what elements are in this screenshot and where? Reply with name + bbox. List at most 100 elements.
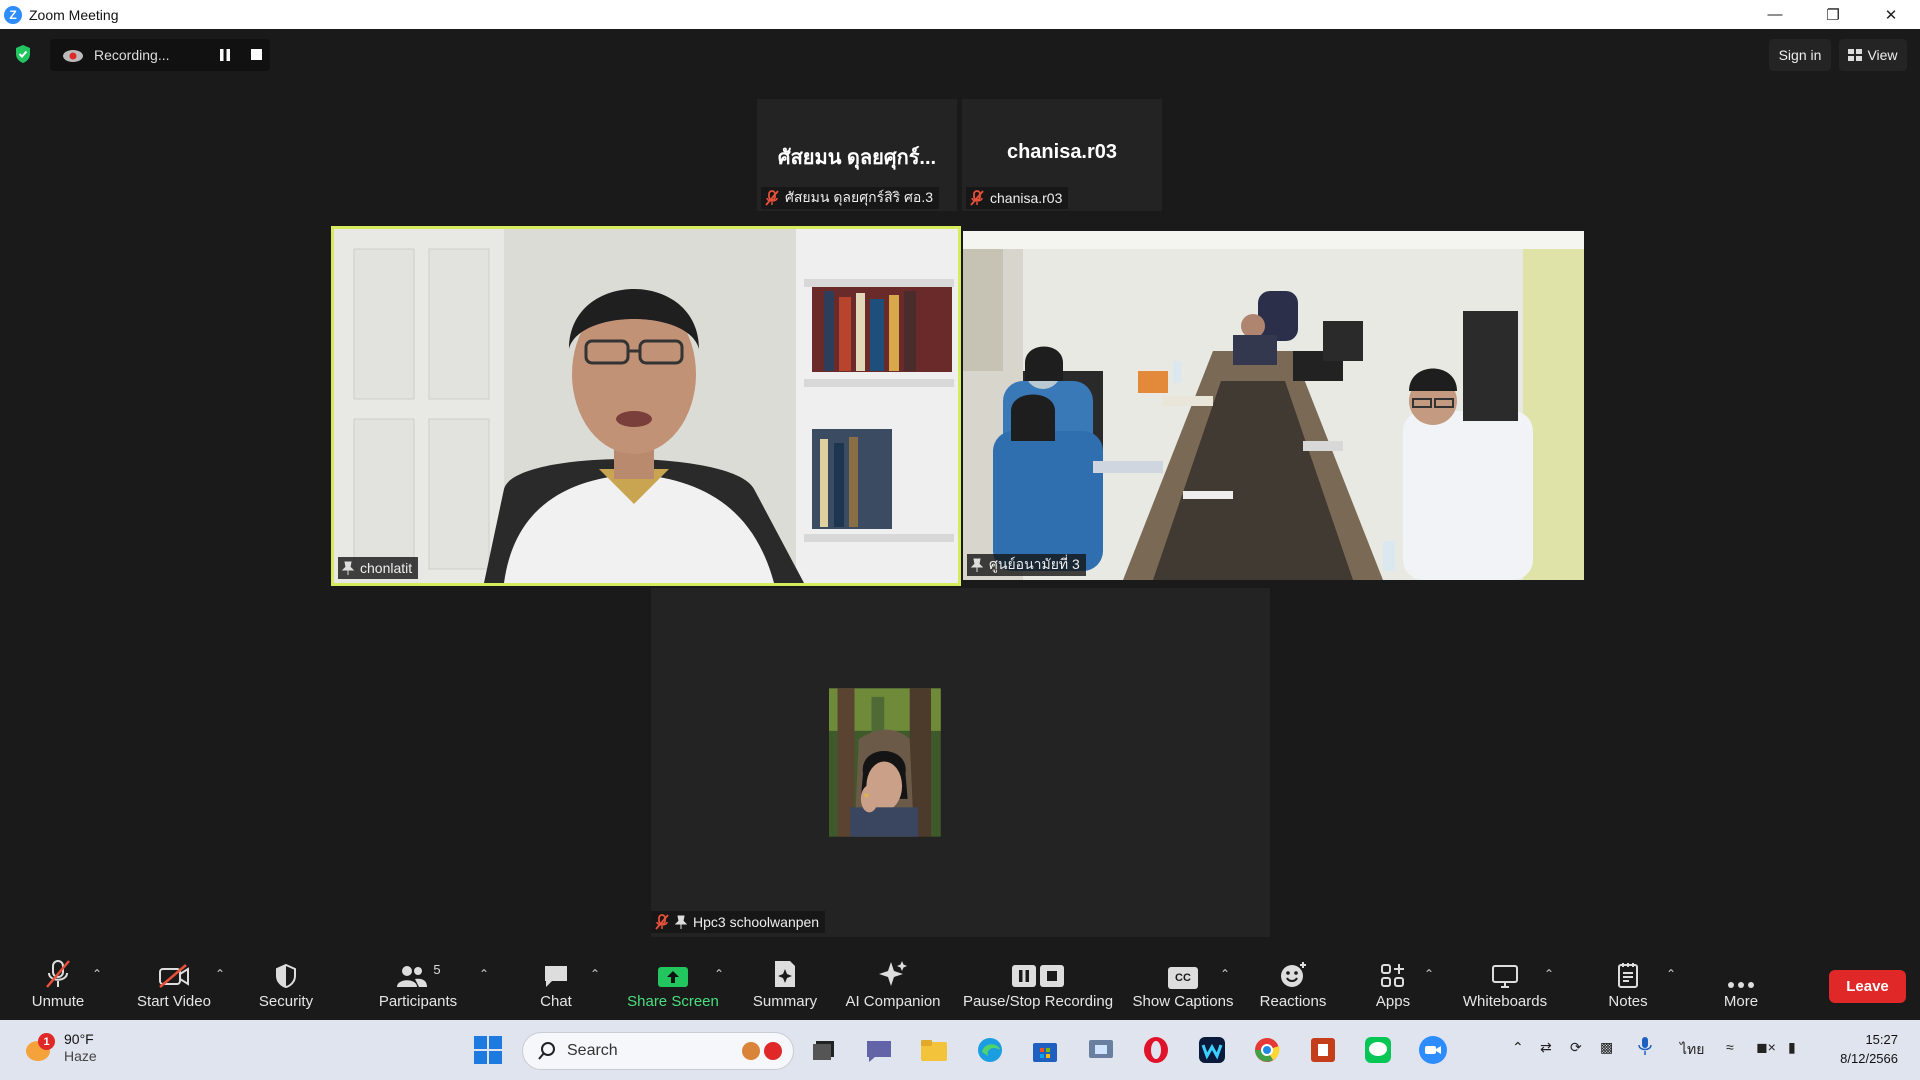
microsoft-store-icon[interactable]: [1029, 1034, 1061, 1066]
weather-sun-icon: 1: [24, 1033, 55, 1063]
wifi-icon[interactable]: ≈: [1726, 1039, 1734, 1055]
participant-display-name: ศัสยมน ดุลยศุกร์...: [777, 147, 937, 169]
participant-tile[interactable]: ศัสยมน ดุลยศุกร์... ศัสยมน ดุลยศุกร์สิริ…: [757, 99, 957, 211]
restore-button[interactable]: ❐: [1804, 0, 1862, 29]
file-explorer-icon[interactable]: [918, 1034, 950, 1066]
unmute-button[interactable]: Unmute: [22, 953, 94, 1020]
tray-app-icon[interactable]: ⇄: [1540, 1039, 1552, 1056]
show-hidden-icons-icon[interactable]: ⌃: [1512, 1039, 1524, 1056]
whiteboard-icon: [1492, 965, 1518, 988]
search-icon: [538, 1042, 555, 1060]
taskbar-search-input[interactable]: Search: [522, 1032, 794, 1070]
video-options-caret[interactable]: ⌃: [215, 967, 225, 981]
active-speaker-highlight: [331, 226, 961, 586]
recording-status: Recording...: [94, 47, 170, 63]
participant-nameplate: ศัสยมน ดุลยศุกร์สิริ ศอ.3: [761, 187, 940, 209]
start-video-button[interactable]: Start Video: [128, 953, 220, 1020]
leave-button[interactable]: Leave: [1829, 970, 1906, 1003]
security-button[interactable]: Security: [250, 953, 322, 1020]
pause-stop-icon: [1012, 965, 1064, 987]
tray-chart-icon[interactable]: ▩: [1600, 1039, 1613, 1056]
tray-sync-icon[interactable]: ⟳: [1570, 1039, 1582, 1056]
windows-start-icon[interactable]: [472, 1034, 504, 1066]
participant-video: [829, 688, 941, 837]
more-button[interactable]: More: [1714, 953, 1768, 1020]
powerpoint-icon[interactable]: [1307, 1034, 1339, 1066]
search-highlight-icon: [742, 1042, 782, 1060]
speaker-muted-icon[interactable]: ◼×: [1756, 1039, 1776, 1056]
close-button[interactable]: ✕: [1862, 0, 1920, 29]
view-label: View: [1867, 47, 1898, 63]
ai-sparkle-icon: [879, 961, 907, 986]
chat-button[interactable]: Chat: [520, 953, 592, 1020]
pin-icon: [675, 915, 687, 929]
captions-icon: CC: [1168, 967, 1198, 989]
apps-options-caret[interactable]: ⌃: [1424, 967, 1434, 981]
weather-widget[interactable]: 1 90°F Haze: [24, 1031, 97, 1065]
reactions-smiley-icon: [1281, 962, 1306, 987]
video-tile[interactable]: Hpc3 schoolwanpen: [651, 588, 1270, 937]
microphone-icon[interactable]: [1638, 1036, 1652, 1056]
notes-icon: [1618, 963, 1638, 988]
pause-stop-recording-button[interactable]: Pause/Stop Recording: [960, 953, 1116, 1020]
encryption-shield-icon[interactable]: [14, 44, 32, 64]
edge-browser-icon[interactable]: [974, 1034, 1006, 1066]
notes-options-caret[interactable]: ⌃: [1666, 967, 1676, 981]
muted-mic-icon: [765, 190, 779, 206]
share-options-caret[interactable]: ⌃: [714, 967, 724, 981]
stop-recording-icon[interactable]: [251, 49, 262, 60]
minimize-button[interactable]: —: [1746, 0, 1804, 29]
battery-icon[interactable]: ▮: [1788, 1039, 1796, 1056]
system-clock[interactable]: 15:27 8/12/2566: [1840, 1030, 1898, 1068]
task-view-icon[interactable]: [808, 1034, 840, 1066]
cloud-recording-icon: [63, 50, 83, 62]
window-controls: — ❐ ✕: [1746, 0, 1920, 29]
chrome-browser-icon[interactable]: [1251, 1034, 1283, 1066]
zoom-app-icon[interactable]: [1417, 1034, 1449, 1066]
ai-companion-button[interactable]: AI Companion: [843, 953, 943, 1020]
muted-mic-icon: [970, 190, 984, 206]
weather-temp: 90°F: [64, 1031, 94, 1047]
apps-button[interactable]: Apps: [1370, 953, 1416, 1020]
input-language[interactable]: ไทย: [1680, 1039, 1704, 1061]
participant-tile[interactable]: chanisa.r03 chanisa.r03: [962, 99, 1162, 211]
teams-chat-icon[interactable]: [863, 1034, 895, 1066]
audio-options-caret[interactable]: ⌃: [92, 967, 102, 981]
recording-indicator: Recording...: [50, 39, 270, 71]
summary-icon: [775, 961, 795, 987]
participant-nameplate: ศูนย์อนามัยที่ 3: [967, 554, 1086, 576]
share-screen-button[interactable]: Share Screen: [625, 953, 721, 1020]
participant-nameplate: Hpc3 schoolwanpen: [651, 911, 826, 933]
meeting-toolbar: Unmute ⌃ Start Video ⌃ Security 5 Partic…: [0, 953, 1920, 1020]
summary-button[interactable]: Summary: [747, 953, 823, 1020]
pin-icon: [971, 558, 983, 572]
weather-badge: 1: [38, 1033, 55, 1050]
shield-icon: [276, 963, 296, 989]
participants-options-caret[interactable]: ⌃: [479, 967, 489, 981]
grid-view-icon: [1848, 49, 1863, 61]
whiteboards-options-caret[interactable]: ⌃: [1544, 967, 1554, 981]
participant-nameplate: chanisa.r03: [966, 187, 1069, 209]
show-captions-button[interactable]: CC Show Captions: [1130, 953, 1236, 1020]
line-app-icon[interactable]: [1362, 1034, 1394, 1066]
notes-button[interactable]: Notes: [1600, 953, 1656, 1020]
title-bar: Z Zoom Meeting — ❐ ✕: [0, 0, 1920, 29]
participants-icon: [397, 966, 428, 987]
reactions-button[interactable]: Reactions: [1252, 953, 1334, 1020]
pause-recording-icon[interactable]: [218, 48, 232, 62]
captions-options-caret[interactable]: ⌃: [1220, 967, 1230, 981]
whiteboards-button[interactable]: Whiteboards: [1456, 953, 1554, 1020]
clock-time: 15:27: [1865, 1032, 1898, 1047]
webex-icon[interactable]: [1196, 1034, 1228, 1066]
participants-button[interactable]: 5 Participants: [372, 953, 464, 1020]
view-button[interactable]: View: [1839, 39, 1907, 71]
apps-icon: [1381, 964, 1404, 987]
muted-mic-icon: [655, 914, 669, 930]
zoom-logo-icon: Z: [4, 5, 22, 24]
remote-desktop-icon[interactable]: [1085, 1034, 1117, 1066]
opera-browser-icon[interactable]: [1140, 1034, 1172, 1066]
chat-options-caret[interactable]: ⌃: [590, 967, 600, 981]
participant-display-name: chanisa.r03: [1006, 141, 1118, 163]
video-tile[interactable]: ศูนย์อนามัยที่ 3: [963, 231, 1584, 580]
sign-in-button[interactable]: Sign in: [1769, 39, 1831, 71]
